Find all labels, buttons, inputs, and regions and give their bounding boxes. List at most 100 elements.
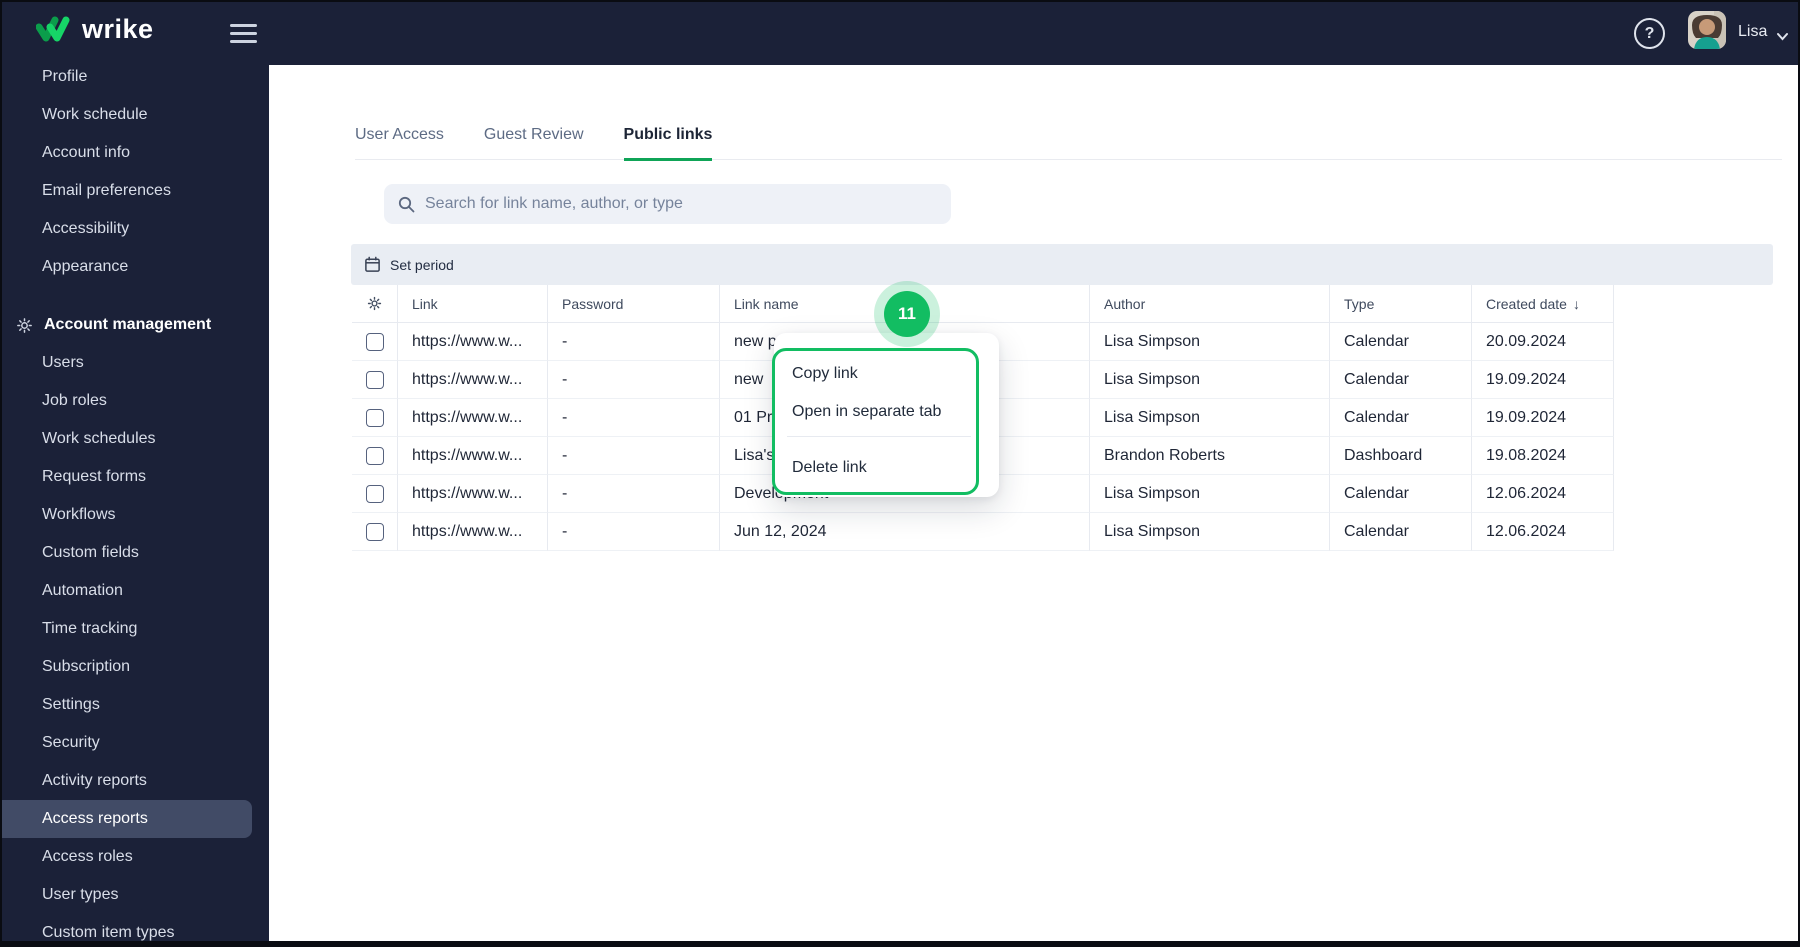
menu-item-open-separate-tab[interactable]: Open in separate tab bbox=[780, 393, 975, 431]
tab-public-links[interactable]: Public links bbox=[623, 126, 713, 161]
row-checkbox[interactable] bbox=[365, 332, 384, 351]
cell-type: Calendar bbox=[1330, 323, 1472, 361]
cell-password: - bbox=[548, 323, 720, 361]
cell-author: Lisa Simpson bbox=[1090, 513, 1330, 551]
cell-date: 20.09.2024 bbox=[1472, 323, 1614, 361]
sidebar-item-access-roles[interactable]: Access roles bbox=[2, 838, 269, 876]
sidebar-item-user-types[interactable]: User types bbox=[2, 876, 269, 914]
help-icon[interactable]: ? bbox=[1634, 18, 1665, 49]
set-period-button[interactable]: Set period bbox=[364, 256, 454, 273]
table-row[interactable]: https://www.w... - Jun 12, 2024 Lisa Sim… bbox=[352, 513, 1614, 551]
cell-password: - bbox=[548, 513, 720, 551]
tab-user-access[interactable]: User Access bbox=[355, 126, 444, 159]
avatar[interactable] bbox=[1688, 11, 1726, 49]
sidebar: Profile Work schedule Account info Email… bbox=[2, 65, 269, 941]
row-checkbox[interactable] bbox=[365, 370, 384, 389]
user-name[interactable]: Lisa bbox=[1738, 23, 1767, 41]
sidebar-item-email-preferences[interactable]: Email preferences bbox=[2, 172, 269, 210]
cell-link: https://www.w... bbox=[398, 399, 548, 437]
cell-author: Lisa Simpson bbox=[1090, 399, 1330, 437]
menu-item-delete-link[interactable]: Delete link bbox=[780, 449, 975, 487]
sidebar-item-users[interactable]: Users bbox=[2, 344, 269, 382]
cell-password: - bbox=[548, 437, 720, 475]
hamburger-menu-icon[interactable] bbox=[230, 24, 257, 43]
top-bar: wrike ? Lisa bbox=[2, 2, 1798, 65]
context-menu: Copy link Open in separate tab Delete li… bbox=[774, 333, 999, 497]
menu-item-copy-link[interactable]: Copy link bbox=[780, 355, 975, 393]
app-window: wrike ? Lisa Profile Work schedule Accou… bbox=[0, 0, 1800, 947]
cell-type: Calendar bbox=[1330, 475, 1472, 513]
cell-type: Calendar bbox=[1330, 513, 1472, 551]
cell-type: Dashboard bbox=[1330, 437, 1472, 475]
header-password: Password bbox=[548, 285, 720, 323]
cell-author: Lisa Simpson bbox=[1090, 475, 1330, 513]
wrike-check-icon bbox=[36, 16, 74, 44]
header-link: Link bbox=[398, 285, 548, 323]
sidebar-item-custom-item-types[interactable]: Custom item types bbox=[2, 914, 269, 941]
tutorial-step-halo: 11 bbox=[874, 281, 940, 347]
sidebar-item-custom-fields[interactable]: Custom fields bbox=[2, 534, 269, 572]
cell-type: Calendar bbox=[1330, 399, 1472, 437]
cell-password: - bbox=[548, 475, 720, 513]
brand-name: wrike bbox=[82, 14, 154, 44]
wrike-logo[interactable]: wrike bbox=[36, 14, 154, 45]
row-checkbox[interactable] bbox=[365, 484, 384, 503]
sidebar-item-access-reports[interactable]: Access reports bbox=[2, 800, 252, 838]
calendar-icon bbox=[364, 256, 381, 273]
row-checkbox[interactable] bbox=[365, 522, 384, 541]
sidebar-item-work-schedule[interactable]: Work schedule bbox=[2, 96, 269, 134]
cell-link: https://www.w... bbox=[398, 323, 548, 361]
sidebar-item-accessibility[interactable]: Accessibility bbox=[2, 210, 269, 248]
search-icon bbox=[398, 196, 415, 213]
set-period-label: Set period bbox=[390, 256, 454, 273]
sidebar-item-job-roles[interactable]: Job roles bbox=[2, 382, 269, 420]
sidebar-item-work-schedules[interactable]: Work schedules bbox=[2, 420, 269, 458]
sidebar-item-account-info[interactable]: Account info bbox=[2, 134, 269, 172]
cell-link: https://www.w... bbox=[398, 361, 548, 399]
tabs-row: User Access Guest Review Public links bbox=[355, 117, 1782, 161]
sidebar-item-automation[interactable]: Automation bbox=[2, 572, 269, 610]
column-settings-cell bbox=[352, 285, 398, 323]
cell-date: 12.06.2024 bbox=[1472, 475, 1614, 513]
gear-icon bbox=[15, 316, 34, 335]
tutorial-step-badge: 11 bbox=[884, 291, 930, 337]
sidebar-item-workflows[interactable]: Workflows bbox=[2, 496, 269, 534]
main-content: User Access Guest Review Public links Se… bbox=[269, 65, 1798, 941]
cell-password: - bbox=[548, 399, 720, 437]
filter-toolbar: Set period bbox=[351, 244, 1773, 285]
sort-desc-icon: ↓ bbox=[1572, 295, 1580, 312]
cell-type: Calendar bbox=[1330, 361, 1472, 399]
cell-date: 19.09.2024 bbox=[1472, 361, 1614, 399]
cell-author: Brandon Roberts bbox=[1090, 437, 1330, 475]
table-header-row: Link Password Link name Author Type Crea… bbox=[352, 285, 1614, 323]
sidebar-item-appearance[interactable]: Appearance bbox=[2, 248, 269, 286]
sidebar-section-account-management[interactable]: Account management bbox=[2, 306, 269, 344]
sidebar-item-security[interactable]: Security bbox=[2, 724, 269, 762]
sidebar-item-subscription[interactable]: Subscription bbox=[2, 648, 269, 686]
header-author: Author bbox=[1090, 285, 1330, 323]
search-input[interactable] bbox=[425, 195, 937, 213]
table-gear-icon[interactable] bbox=[366, 295, 383, 312]
header-type: Type bbox=[1330, 285, 1472, 323]
sidebar-item-activity-reports[interactable]: Activity reports bbox=[2, 762, 269, 800]
sidebar-item-time-tracking[interactable]: Time tracking bbox=[2, 610, 269, 648]
cell-date: 12.06.2024 bbox=[1472, 513, 1614, 551]
cell-author: Lisa Simpson bbox=[1090, 323, 1330, 361]
search-bar bbox=[384, 184, 951, 224]
cell-date: 19.09.2024 bbox=[1472, 399, 1614, 437]
header-created-date[interactable]: Created date ↓ bbox=[1472, 285, 1614, 323]
cell-link: https://www.w... bbox=[398, 437, 548, 475]
chevron-down-icon[interactable] bbox=[1777, 29, 1788, 41]
sidebar-item-request-forms[interactable]: Request forms bbox=[2, 458, 269, 496]
row-checkbox[interactable] bbox=[365, 446, 384, 465]
menu-divider bbox=[787, 436, 971, 437]
tab-guest-review[interactable]: Guest Review bbox=[484, 126, 584, 159]
sidebar-item-settings[interactable]: Settings bbox=[2, 686, 269, 724]
cell-author: Lisa Simpson bbox=[1090, 361, 1330, 399]
cell-password: - bbox=[548, 361, 720, 399]
cell-date: 19.08.2024 bbox=[1472, 437, 1614, 475]
cell-name: Jun 12, 2024 bbox=[720, 513, 1090, 551]
row-checkbox[interactable] bbox=[365, 408, 384, 427]
cell-link: https://www.w... bbox=[398, 513, 548, 551]
sidebar-section-label: Account management bbox=[44, 316, 212, 333]
